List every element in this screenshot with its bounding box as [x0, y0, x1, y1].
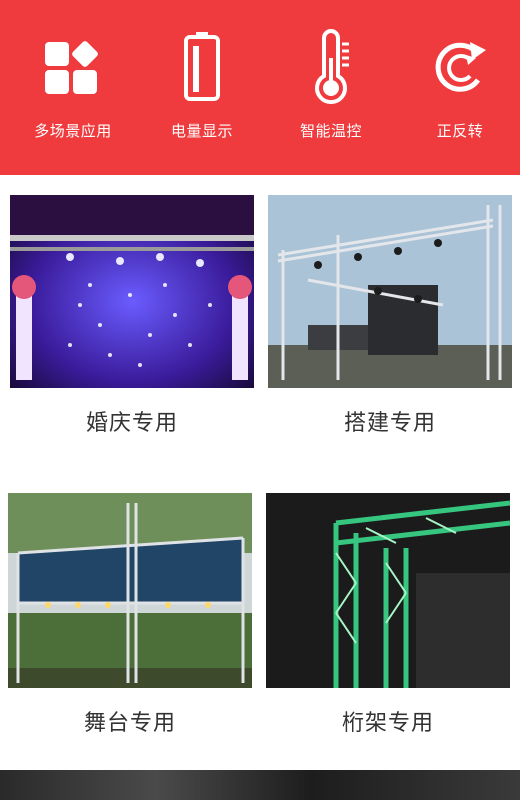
feature-label: 电量显示	[170, 122, 233, 140]
bottom-photo-strip	[0, 770, 520, 800]
card-caption: 桁架专用	[341, 711, 434, 736]
app-grid-icon	[45, 41, 98, 94]
stage-roof-photo	[8, 493, 252, 688]
truss-frame-photo	[266, 493, 510, 688]
card-stage[interactable]: 舞台专用	[8, 493, 252, 753]
card-caption: 舞台专用	[83, 711, 176, 736]
feature-battery[interactable]: 电量显示	[137, 28, 267, 148]
card-caption: 搭建专用	[343, 411, 436, 436]
thermometer-icon	[315, 29, 349, 105]
battery-icon	[184, 32, 220, 101]
outdoor-truss-photo	[268, 195, 512, 388]
feature-temperature[interactable]: 智能温控	[266, 28, 396, 148]
card-caption: 婚庆专用	[85, 411, 178, 436]
feature-label: 正反转	[436, 122, 484, 140]
feature-banner: 多场景应用 电量显示 智能温控 正反转	[0, 0, 520, 175]
feature-label: 多场景应用	[34, 122, 112, 140]
card-wedding[interactable]: 婚庆专用	[10, 195, 254, 455]
card-truss[interactable]: 桁架专用	[266, 493, 510, 753]
wedding-stage-photo	[10, 195, 254, 388]
card-construction[interactable]: 搭建专用	[268, 195, 512, 455]
feature-multi-scene[interactable]: 多场景应用	[8, 28, 138, 148]
rotate-icon	[435, 42, 486, 92]
feature-label: 智能温控	[299, 122, 362, 140]
feature-rotation[interactable]: 正反转	[395, 28, 520, 148]
